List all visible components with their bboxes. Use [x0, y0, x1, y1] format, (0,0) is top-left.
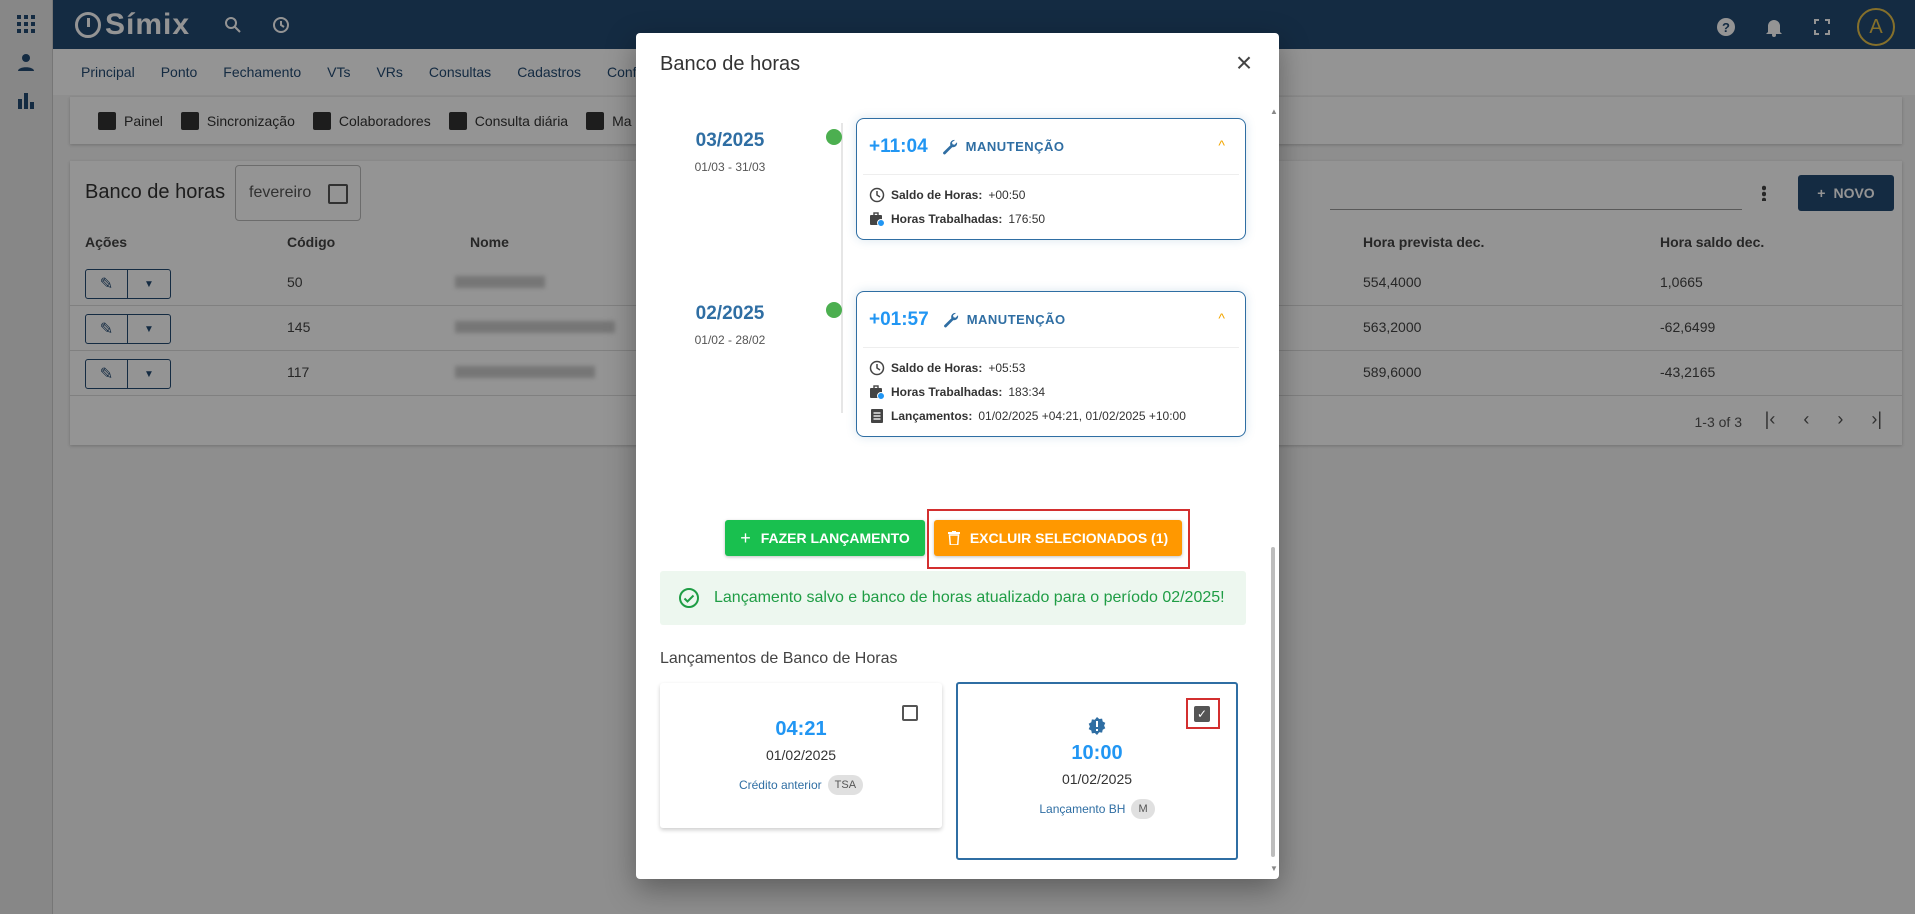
lancamentos-line: Lançamentos: 01/02/2025 +04:21, 01/02/202…	[869, 404, 1233, 428]
check-circle-icon	[679, 588, 699, 608]
entry-checkbox[interactable]	[902, 705, 918, 721]
list-icon	[871, 409, 883, 423]
timeline-dot	[826, 302, 842, 318]
excluir-selecionados-label: EXCLUIR SELECIONADOS (1)	[969, 530, 1169, 546]
saldo-label: Saldo de Horas:	[891, 361, 983, 375]
period-card-header[interactable]: +11:04 MANUTENÇÃO ^	[863, 119, 1239, 175]
period-balance: +01:57	[869, 308, 929, 330]
excluir-selecionados-button[interactable]: EXCLUIR SELECIONADOS (1)	[934, 520, 1182, 556]
status-tag: MANUTENÇÃO	[942, 139, 1065, 155]
banco-horas-modal: Banco de horas × ▲ ▼ 03/2025 01/03 - 31/…	[636, 33, 1279, 879]
lancamento-card[interactable]: 04:21 01/02/2025 Crédito anterior TSA	[660, 683, 942, 828]
success-alert: Lançamento salvo e banco de horas atuali…	[660, 571, 1246, 625]
lancamentos-value: 01/02/2025 +04:21, 01/02/2025 +10:00	[978, 409, 1186, 423]
saldo-label: Saldo de Horas:	[891, 188, 983, 202]
chevron-up-icon[interactable]: ^	[1218, 137, 1225, 153]
trabalhadas-label: Horas Trabalhadas:	[891, 212, 1003, 226]
period-month: 03/2025	[695, 130, 765, 151]
section-title: Lançamentos de Banco de Horas	[660, 650, 898, 667]
clock-icon	[869, 187, 885, 203]
entry-desc-label: Crédito anterior	[738, 778, 822, 792]
entry-desc: Crédito anterior TSA	[660, 775, 942, 795]
success-alert-text: Lançamento salvo e banco de horas atuali…	[714, 589, 1225, 606]
timeline-dot	[826, 129, 842, 145]
entry-time: 04:21	[775, 718, 827, 740]
status-tag-label: MANUTENÇÃO	[966, 312, 1066, 327]
saldo-line: Saldo de Horas: +00:50	[869, 183, 1233, 207]
trabalhadas-label: Horas Trabalhadas:	[891, 385, 1003, 399]
plus-icon: +	[740, 527, 751, 548]
entry-date: 01/02/2025	[1061, 771, 1133, 787]
trabalhadas-line: Horas Trabalhadas: 183:34	[869, 380, 1233, 404]
scrollbar-thumb[interactable]	[1271, 547, 1275, 857]
status-tag-label: MANUTENÇÃO	[965, 139, 1065, 154]
period-label: 02/2025 01/02 - 28/02	[676, 303, 784, 347]
period-month: 02/2025	[695, 303, 765, 324]
trash-icon	[947, 531, 960, 545]
entry-time: 10:00	[1071, 742, 1123, 764]
saldo-line: Saldo de Horas: +05:53	[869, 356, 1233, 380]
clock-icon	[869, 360, 885, 376]
period-card-header[interactable]: +01:57 MANUTENÇÃO ^	[863, 292, 1239, 348]
briefcase-clock-icon	[870, 212, 885, 227]
entry-chip: M	[1131, 799, 1155, 819]
trabalhadas-value: 183:34	[1008, 385, 1046, 399]
status-tag: MANUTENÇÃO	[943, 312, 1066, 328]
timeline-line	[841, 123, 843, 413]
close-icon[interactable]: ×	[1231, 49, 1257, 77]
saldo-value: +00:50	[988, 188, 1026, 202]
modal-scrollbar[interactable]: ▲ ▼	[1270, 107, 1278, 873]
entry-chip: TSA	[827, 775, 864, 795]
highlight-box	[1186, 698, 1220, 729]
period-label: 03/2025 01/03 - 31/03	[676, 130, 784, 174]
modal-title: Banco de horas	[660, 53, 801, 75]
trabalhadas-line: Horas Trabalhadas: 176:50	[869, 207, 1233, 231]
entry-desc: Lançamento BH M	[958, 799, 1236, 819]
period-range: 01/03 - 31/03	[694, 160, 766, 174]
period-card[interactable]: +01:57 MANUTENÇÃO ^ Saldo de Horas: +05:5…	[856, 291, 1246, 437]
period-card[interactable]: +11:04 MANUTENÇÃO ^ Saldo de Horas: +00:5…	[856, 118, 1246, 240]
chevron-up-icon[interactable]: ^	[1218, 310, 1225, 326]
scroll-down-arrow-icon[interactable]: ▼	[1270, 864, 1278, 873]
lancamentos-label: Lançamentos:	[891, 409, 973, 423]
entry-date: 01/02/2025	[765, 747, 837, 763]
scroll-up-arrow-icon[interactable]: ▲	[1270, 107, 1278, 116]
saldo-value: +05:53	[988, 361, 1026, 375]
trabalhadas-value: 176:50	[1008, 212, 1046, 226]
entry-desc-label: Lançamento BH	[1039, 802, 1126, 816]
fazer-lancamento-label: FAZER LANÇAMENTO	[760, 530, 910, 546]
period-range: 01/02 - 28/02	[694, 333, 766, 347]
wrench-icon	[942, 139, 957, 154]
fazer-lancamento-button[interactable]: + FAZER LANÇAMENTO	[725, 520, 925, 556]
period-balance: +11:04	[869, 135, 928, 157]
alert-badge-icon	[1088, 717, 1106, 735]
briefcase-clock-icon	[870, 385, 885, 400]
wrench-icon	[943, 312, 958, 327]
